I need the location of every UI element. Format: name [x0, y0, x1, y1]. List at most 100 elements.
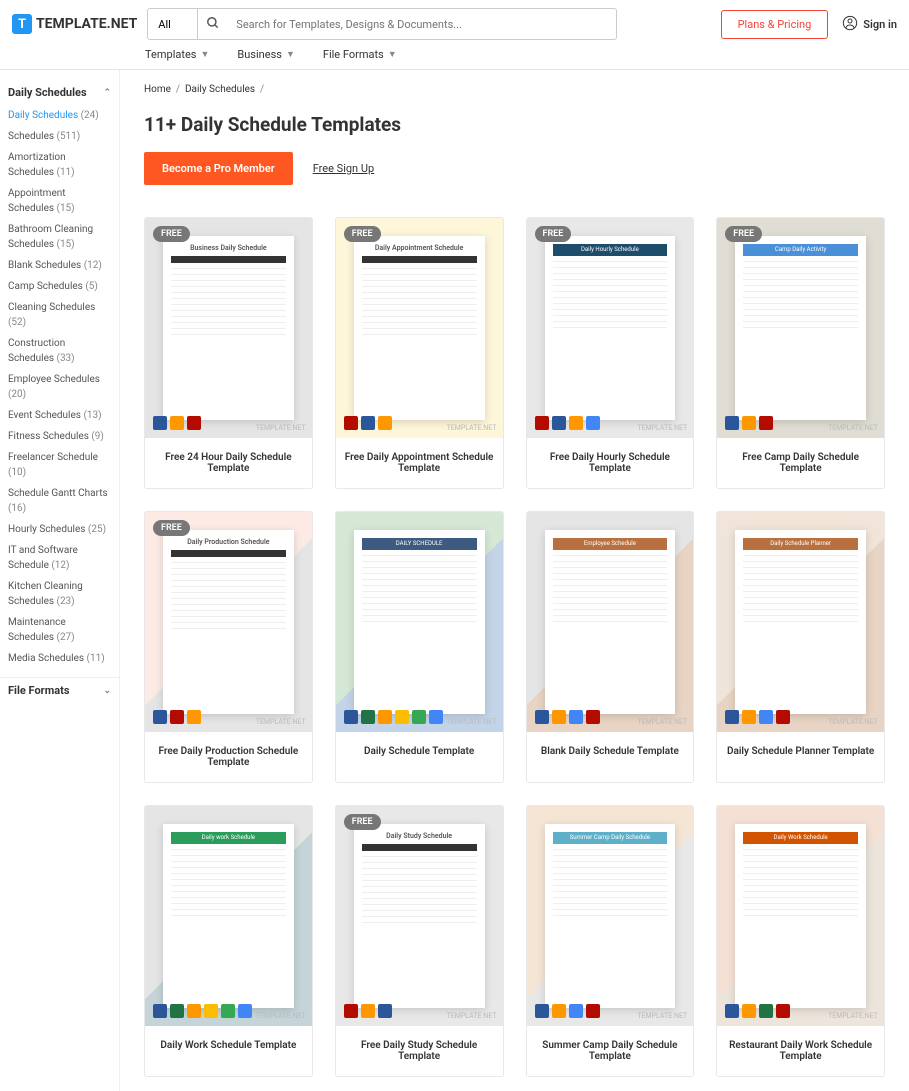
sidebar-item-count: (16)	[8, 503, 26, 514]
template-card[interactable]: FREE Business Daily Schedule TEMPLATE.NE…	[144, 217, 313, 489]
format-icon	[535, 1004, 549, 1018]
sidebar-item[interactable]: Event Schedules (13)	[0, 405, 119, 426]
free-badge: FREE	[153, 226, 190, 242]
template-card[interactable]: Employee Schedule TEMPLATE.NET Blank Dai…	[526, 511, 695, 783]
signin-link[interactable]: Sign in	[842, 15, 897, 34]
page-title: 11+ Daily Schedule Templates	[144, 113, 885, 136]
sidebar-section-file-formats[interactable]: File Formats ⌄	[0, 677, 119, 703]
sidebar-item[interactable]: Maintenance Schedules (27)	[0, 612, 119, 648]
sidebar-item[interactable]: Appointment Schedules (15)	[0, 183, 119, 219]
sidebar-item[interactable]: Bathroom Cleaning Schedules (15)	[0, 219, 119, 255]
sidebar-item-count: (12)	[51, 560, 69, 571]
card-thumbnail: Daily work Schedule TEMPLATE.NET	[145, 806, 312, 1026]
template-preview: DAILY SCHEDULE	[354, 530, 485, 714]
signin-label: Sign in	[863, 18, 897, 31]
sidebar-item[interactable]: Schedule Gantt Charts (16)	[0, 483, 119, 519]
free-badge: FREE	[344, 226, 381, 242]
watermark: TEMPLATE.NET	[447, 718, 497, 726]
format-icons-row	[535, 710, 600, 724]
watermark: TEMPLATE.NET	[256, 1012, 306, 1020]
free-badge: FREE	[535, 226, 572, 242]
watermark: TEMPLATE.NET	[447, 424, 497, 432]
nav-templates[interactable]: Templates▼	[145, 48, 209, 61]
sidebar-item[interactable]: Media Schedules (11)	[0, 648, 119, 669]
format-icon	[535, 710, 549, 724]
template-card[interactable]: Daily work Schedule TEMPLATE.NET Daily W…	[144, 805, 313, 1077]
plans-pricing-button[interactable]: Plans & Pricing	[721, 10, 829, 39]
template-card[interactable]: FREE Daily Appointment Schedule TEMPLATE…	[335, 217, 504, 489]
sidebar-item-label: Daily Schedules	[8, 110, 78, 121]
card-title: Free Camp Daily Schedule Template	[717, 438, 884, 488]
template-card[interactable]: FREE Daily Hourly Schedule TEMPLATE.NET …	[526, 217, 695, 489]
format-icon	[742, 1004, 756, 1018]
format-icon	[153, 416, 167, 430]
format-icon	[378, 416, 392, 430]
template-card[interactable]: Summer Camp Daily Schedule TEMPLATE.NET …	[526, 805, 695, 1077]
template-preview: Daily Production Schedule	[163, 530, 294, 714]
sidebar-item[interactable]: Freelancer Schedule (10)	[0, 447, 119, 483]
breadcrumb-current[interactable]: Daily Schedules	[185, 84, 255, 95]
sidebar-item[interactable]: Schedules (511)	[0, 126, 119, 147]
sidebar-item[interactable]: Kitchen Cleaning Schedules (23)	[0, 576, 119, 612]
logo[interactable]: T TEMPLATE.NET	[12, 14, 137, 34]
format-icon	[725, 710, 739, 724]
sidebar-item-count: (15)	[57, 203, 75, 214]
sidebar-section-daily-schedules[interactable]: Daily Schedules ⌃	[0, 80, 119, 105]
template-card[interactable]: FREE Daily Study Schedule TEMPLATE.NET F…	[335, 805, 504, 1077]
sidebar-item[interactable]: Cleaning Schedules (52)	[0, 297, 119, 333]
sidebar-item[interactable]: Fitness Schedules (9)	[0, 426, 119, 447]
sidebar-item[interactable]: Amortization Schedules (11)	[0, 147, 119, 183]
card-thumbnail: Summer Camp Daily Schedule TEMPLATE.NET	[527, 806, 694, 1026]
format-icon	[153, 710, 167, 724]
sidebar-item[interactable]: Camp Schedules (5)	[0, 276, 119, 297]
card-title: Blank Daily Schedule Template	[527, 732, 694, 771]
sidebar-item-label: Schedules	[8, 131, 54, 142]
sidebar-item[interactable]: Daily Schedules (24)	[0, 105, 119, 126]
format-icon	[535, 416, 549, 430]
format-icon	[170, 416, 184, 430]
card-thumbnail: FREE Daily Hourly Schedule TEMPLATE.NET	[527, 218, 694, 438]
template-card[interactable]: FREE Daily Production Schedule TEMPLATE.…	[144, 511, 313, 783]
sidebar-item[interactable]: Blank Schedules (12)	[0, 255, 119, 276]
template-card[interactable]: Daily Work Schedule TEMPLATE.NET Restaur…	[716, 805, 885, 1077]
template-preview: Summer Camp Daily Schedule	[545, 824, 676, 1008]
become-pro-button[interactable]: Become a Pro Member	[144, 152, 293, 185]
breadcrumb-home[interactable]: Home	[144, 84, 171, 95]
sidebar-item[interactable]: IT and Software Schedule (12)	[0, 540, 119, 576]
format-icons-row	[535, 416, 600, 430]
format-icons-row	[153, 710, 201, 724]
format-icon	[742, 710, 756, 724]
format-icon	[170, 710, 184, 724]
format-icon	[569, 710, 583, 724]
nav-business[interactable]: Business▼	[237, 48, 294, 61]
free-badge: FREE	[344, 814, 381, 830]
card-thumbnail: FREE Daily Production Schedule TEMPLATE.…	[145, 512, 312, 732]
free-signup-link[interactable]: Free Sign Up	[313, 162, 374, 175]
template-preview: Employee Schedule	[545, 530, 676, 714]
free-badge: FREE	[153, 520, 190, 536]
search-category-select[interactable]: All	[148, 9, 198, 39]
format-icon	[153, 1004, 167, 1018]
sidebar-item-label: Fitness Schedules	[8, 431, 89, 442]
nav-file-formats[interactable]: File Formats▼	[323, 48, 397, 61]
card-thumbnail: Daily Schedule Planner TEMPLATE.NET	[717, 512, 884, 732]
sidebar-item[interactable]: Hourly Schedules (25)	[0, 519, 119, 540]
search-input[interactable]	[228, 18, 616, 31]
format-icon	[378, 1004, 392, 1018]
format-icon	[412, 710, 426, 724]
format-icon	[361, 710, 375, 724]
format-icon	[221, 1004, 235, 1018]
sidebar-item[interactable]: Employee Schedules (20)	[0, 369, 119, 405]
template-card[interactable]: DAILY SCHEDULE TEMPLATE.NET Daily Schedu…	[335, 511, 504, 783]
watermark: TEMPLATE.NET	[637, 1012, 687, 1020]
sidebar-item-count: (5)	[85, 281, 98, 292]
template-preview: Camp Daily Activity	[735, 236, 866, 420]
template-card[interactable]: FREE Camp Daily Activity TEMPLATE.NET Fr…	[716, 217, 885, 489]
format-icon	[725, 1004, 739, 1018]
sidebar-item-count: (20)	[8, 389, 26, 400]
sidebar-item-count: (24)	[81, 110, 99, 121]
sidebar-item[interactable]: Construction Schedules (33)	[0, 333, 119, 369]
sidebar-item-count: (12)	[84, 260, 102, 271]
format-icon	[552, 710, 566, 724]
template-card[interactable]: Daily Schedule Planner TEMPLATE.NET Dail…	[716, 511, 885, 783]
